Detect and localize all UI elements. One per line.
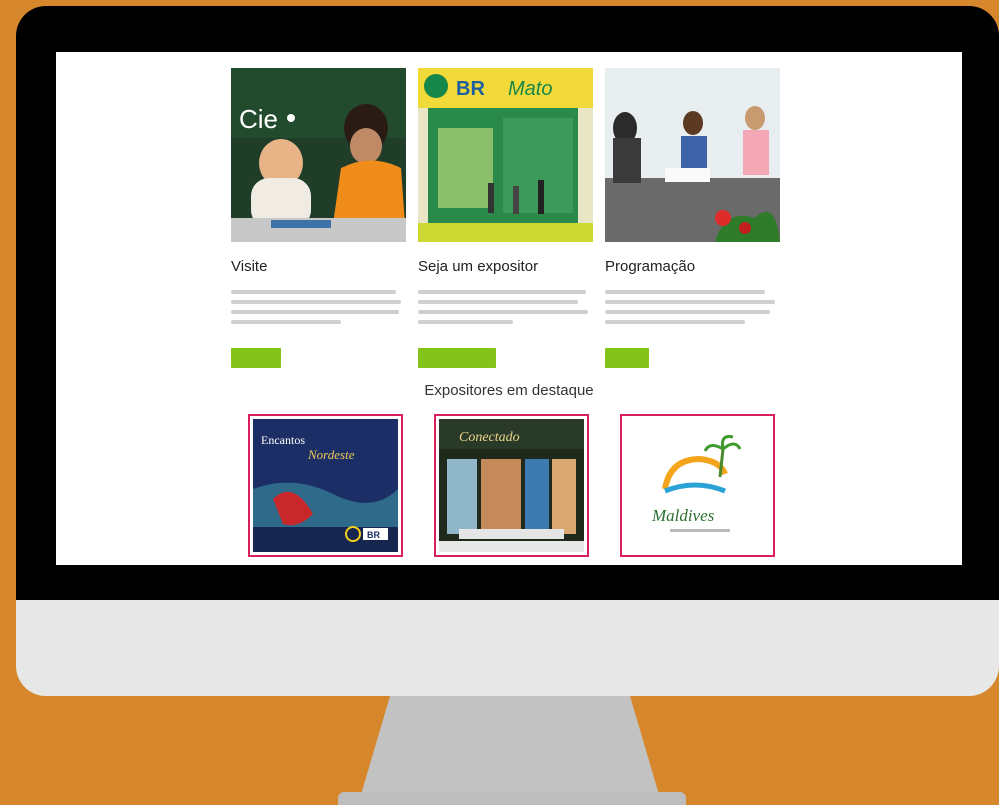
card-expositor: BR Mato Seja um expositor	[418, 68, 593, 368]
visite-button[interactable]	[231, 348, 281, 368]
website-screen: Cie Visite BR Mato Seja um expositor Pro…	[56, 52, 962, 565]
featured-1-title: Encantos	[261, 433, 305, 447]
monitor-stand	[360, 696, 660, 798]
section-title: Expositores em destaque	[424, 382, 594, 399]
card-description	[418, 290, 588, 330]
svg-text:Mato: Mato	[508, 78, 552, 100]
monitor-stand-base	[338, 792, 686, 805]
card-visite: Cie Visite	[231, 68, 406, 368]
card-programacao-image[interactable]	[605, 68, 780, 242]
featured-exhibitor-2[interactable]: Conectado	[434, 414, 589, 557]
card-programacao: Programação	[605, 68, 780, 368]
card-title: Visite	[231, 258, 268, 275]
featured-2-title: Conectado	[459, 430, 520, 445]
programacao-button[interactable]	[605, 348, 649, 368]
featured-exhibitor-3[interactable]: Maldives	[620, 414, 775, 557]
svg-text:Cie: Cie	[239, 104, 278, 134]
card-description	[605, 290, 775, 330]
expositor-button[interactable]	[418, 348, 496, 368]
card-visite-image[interactable]: Cie	[231, 68, 406, 242]
card-expositor-image[interactable]: BR Mato	[418, 68, 593, 242]
svg-text:BR: BR	[456, 78, 485, 100]
card-title: Seja um expositor	[418, 258, 539, 275]
featured-3-title: Maldives	[651, 506, 715, 525]
featured-1-subtitle: Nordeste	[307, 447, 355, 462]
info-cards: Cie Visite BR Mato Seja um expositor Pro…	[231, 68, 791, 368]
featured-exhibitor-1[interactable]: Encantos Nordeste BR	[248, 414, 403, 557]
featured-1-logo: BR	[367, 530, 380, 540]
monitor-chin	[16, 600, 999, 696]
card-title: Programação	[605, 258, 696, 275]
card-description	[231, 290, 401, 330]
